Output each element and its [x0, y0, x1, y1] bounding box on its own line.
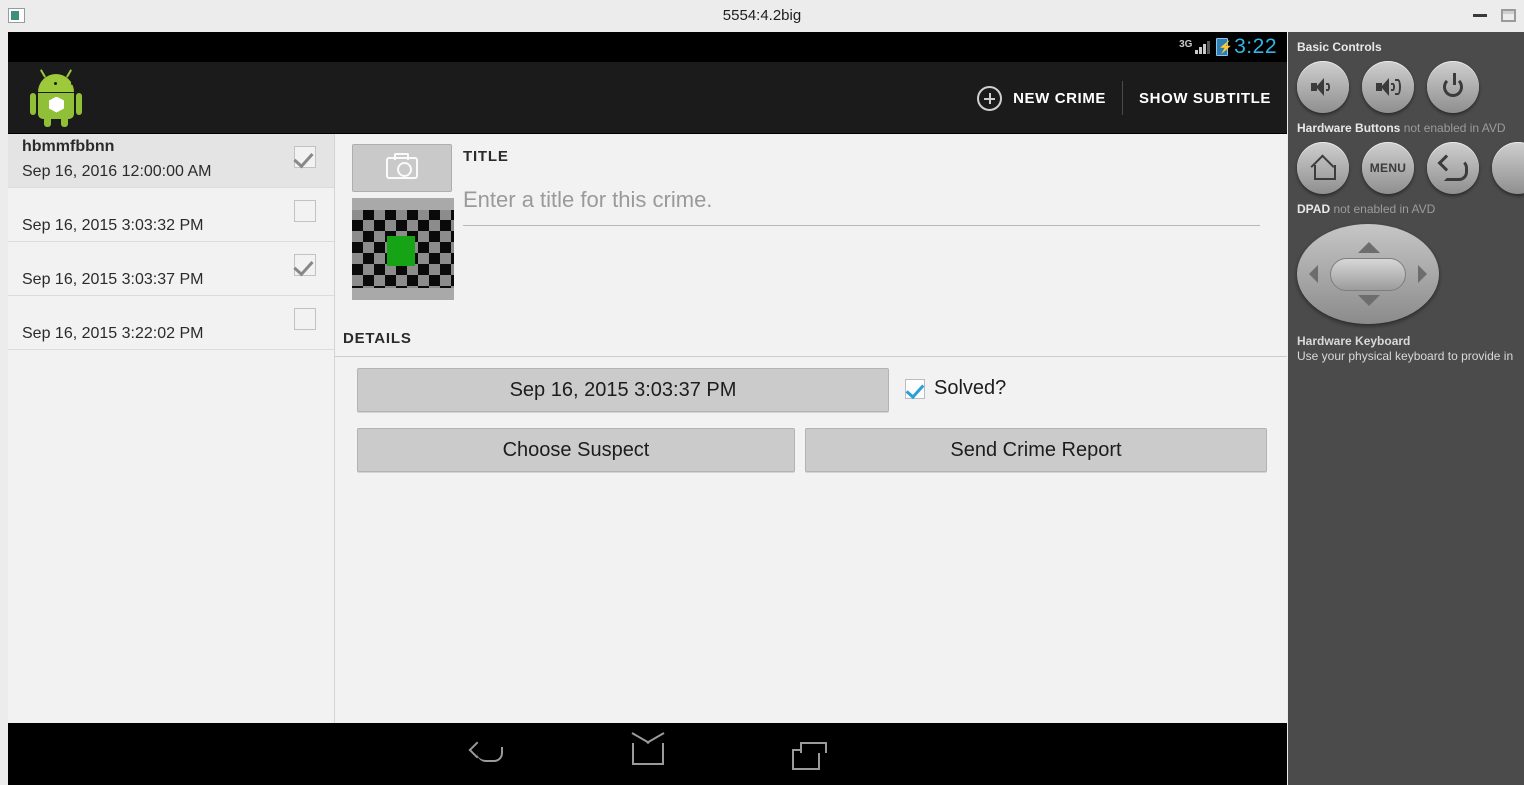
hardware-buttons-note: not enabled in AVD	[1400, 121, 1506, 135]
hardware-buttons-title: Hardware Buttons	[1297, 121, 1401, 135]
hardware-keyboard-note: Use your physical keyboard to provide in	[1297, 349, 1514, 363]
date-button[interactable]: Sep 16, 2015 3:03:37 PM	[357, 368, 889, 412]
signal-bars-icon	[1195, 40, 1211, 54]
table-row[interactable]: Sep 16, 2015 3:22:02 PM	[8, 296, 334, 350]
maximize-button[interactable]	[1501, 8, 1516, 22]
crime-date: Sep 16, 2015 3:22:02 PM	[22, 325, 204, 342]
crime-solved-checkbox[interactable]	[294, 308, 316, 330]
recents-nav-icon	[792, 741, 827, 770]
dpad-up-icon[interactable]	[1358, 242, 1380, 253]
dpad-left-icon[interactable]	[1309, 265, 1318, 283]
home-nav-icon	[632, 743, 664, 765]
network-type-label: 3G	[1179, 38, 1193, 50]
emulator-control-panel: Basic Controls Hardware Buttons not enab…	[1288, 32, 1524, 785]
back-nav-icon	[471, 743, 505, 765]
basic-controls-row	[1297, 61, 1524, 113]
new-crime-label: NEW CRIME	[1013, 89, 1107, 107]
volume-up-button[interactable]	[1362, 61, 1414, 113]
hardware-keyboard-info: Hardware Keyboard Use your physical keyb…	[1297, 334, 1524, 364]
android-nav-bar	[8, 723, 1287, 785]
dpad-right-icon[interactable]	[1418, 265, 1427, 283]
solved-label: Solved?	[934, 377, 1007, 399]
crime-solved-checkbox[interactable]	[294, 200, 316, 222]
signal-strength-icon: 3G	[1179, 38, 1211, 54]
action-bar-actions: NEW CRIME SHOW SUBTITLE	[961, 62, 1287, 134]
volume-down-icon	[1311, 78, 1335, 96]
send-crime-report-button[interactable]: Send Crime Report	[805, 428, 1267, 472]
nav-recents-button[interactable]	[728, 723, 888, 785]
solved-checkbox[interactable]: Solved?	[905, 377, 1006, 400]
window-title: 5554:4.2big	[722, 6, 802, 24]
crime-date: Sep 16, 2015 3:03:37 PM	[22, 271, 204, 288]
power-icon	[1443, 73, 1463, 97]
camera-button[interactable]	[352, 144, 452, 192]
table-row[interactable]: Sep 16, 2015 3:03:32 PM	[8, 188, 334, 242]
home-icon	[1311, 158, 1336, 180]
details-divider	[335, 356, 1287, 357]
crime-title: hbmmfbbnn	[22, 138, 115, 155]
basic-controls-heading: Basic Controls	[1297, 40, 1382, 54]
photo-green-square	[387, 236, 415, 266]
hardware-keyboard-heading: Hardware Keyboard	[1297, 334, 1411, 348]
device-screen: 3G 3:22 NEW CRIME	[8, 32, 1287, 785]
back-icon	[1440, 157, 1466, 179]
table-row[interactable]: hbmmfbbnn Sep 16, 2016 12:00:00 AM	[8, 134, 334, 188]
hardware-buttons-heading: Hardware Buttons not enabled in AVD	[1297, 121, 1524, 135]
hw-home-button[interactable]	[1297, 142, 1349, 194]
table-row[interactable]: Sep 16, 2015 3:03:37 PM	[8, 242, 334, 296]
crime-photo-thumbnail[interactable]	[352, 198, 454, 300]
dpad-title: DPAD	[1297, 202, 1331, 216]
hw-menu-button[interactable]: MENU	[1362, 142, 1414, 194]
camera-icon	[386, 153, 418, 179]
details-section-label: DETAILS	[343, 330, 412, 347]
app-content: hbmmfbbnn Sep 16, 2016 12:00:00 AM Sep 1…	[8, 134, 1287, 726]
crime-detail-pane: TITLE Enter a title for this crime. DETA…	[335, 134, 1287, 726]
new-crime-button[interactable]: NEW CRIME	[961, 62, 1122, 134]
android-robot-icon[interactable]	[30, 68, 82, 127]
battery-charging-icon	[1216, 38, 1233, 56]
emulator-window: 5554:4.2big 3G 3:22	[0, 0, 1524, 785]
title-section-label: TITLE	[463, 148, 509, 165]
dpad-center-button[interactable]	[1330, 258, 1406, 291]
crime-solved-checkbox[interactable]	[294, 254, 316, 276]
dpad-control[interactable]	[1297, 224, 1439, 324]
power-button[interactable]	[1427, 61, 1479, 113]
minimize-button[interactable]	[1473, 13, 1487, 17]
solved-checkbox-box	[905, 378, 925, 399]
dpad-note: not enabled in AVD	[1330, 202, 1436, 216]
hw-back-button[interactable]	[1427, 142, 1479, 194]
crime-solved-checkbox[interactable]	[294, 146, 316, 168]
title-input[interactable]: Enter a title for this crime.	[463, 174, 1260, 226]
show-subtitle-label: SHOW SUBTITLE	[1139, 89, 1271, 107]
nav-back-button[interactable]	[408, 723, 568, 785]
show-subtitle-button[interactable]: SHOW SUBTITLE	[1123, 62, 1287, 134]
nav-home-button[interactable]	[568, 723, 728, 785]
android-status-bar: 3G 3:22	[8, 32, 1287, 62]
volume-down-button[interactable]	[1297, 61, 1349, 113]
choose-suspect-button[interactable]: Choose Suspect	[357, 428, 795, 472]
dpad-heading: DPAD not enabled in AVD	[1297, 202, 1524, 216]
plus-circle-icon	[977, 85, 1003, 111]
window-titlebar: 5554:4.2big	[0, 0, 1524, 30]
crime-list-pane: hbmmfbbnn Sep 16, 2016 12:00:00 AM Sep 1…	[8, 134, 335, 726]
hw-search-button[interactable]	[1492, 142, 1524, 194]
dpad-down-icon[interactable]	[1358, 295, 1380, 306]
app-action-bar: NEW CRIME SHOW SUBTITLE	[8, 62, 1287, 134]
hardware-buttons-row: MENU	[1297, 142, 1524, 194]
window-controls	[1473, 0, 1516, 30]
status-clock: 3:22	[1234, 35, 1277, 58]
crime-date: Sep 16, 2016 12:00:00 AM	[22, 163, 212, 180]
volume-up-icon	[1376, 78, 1401, 96]
menu-label: MENU	[1369, 161, 1407, 175]
crime-date: Sep 16, 2015 3:03:32 PM	[22, 217, 204, 234]
